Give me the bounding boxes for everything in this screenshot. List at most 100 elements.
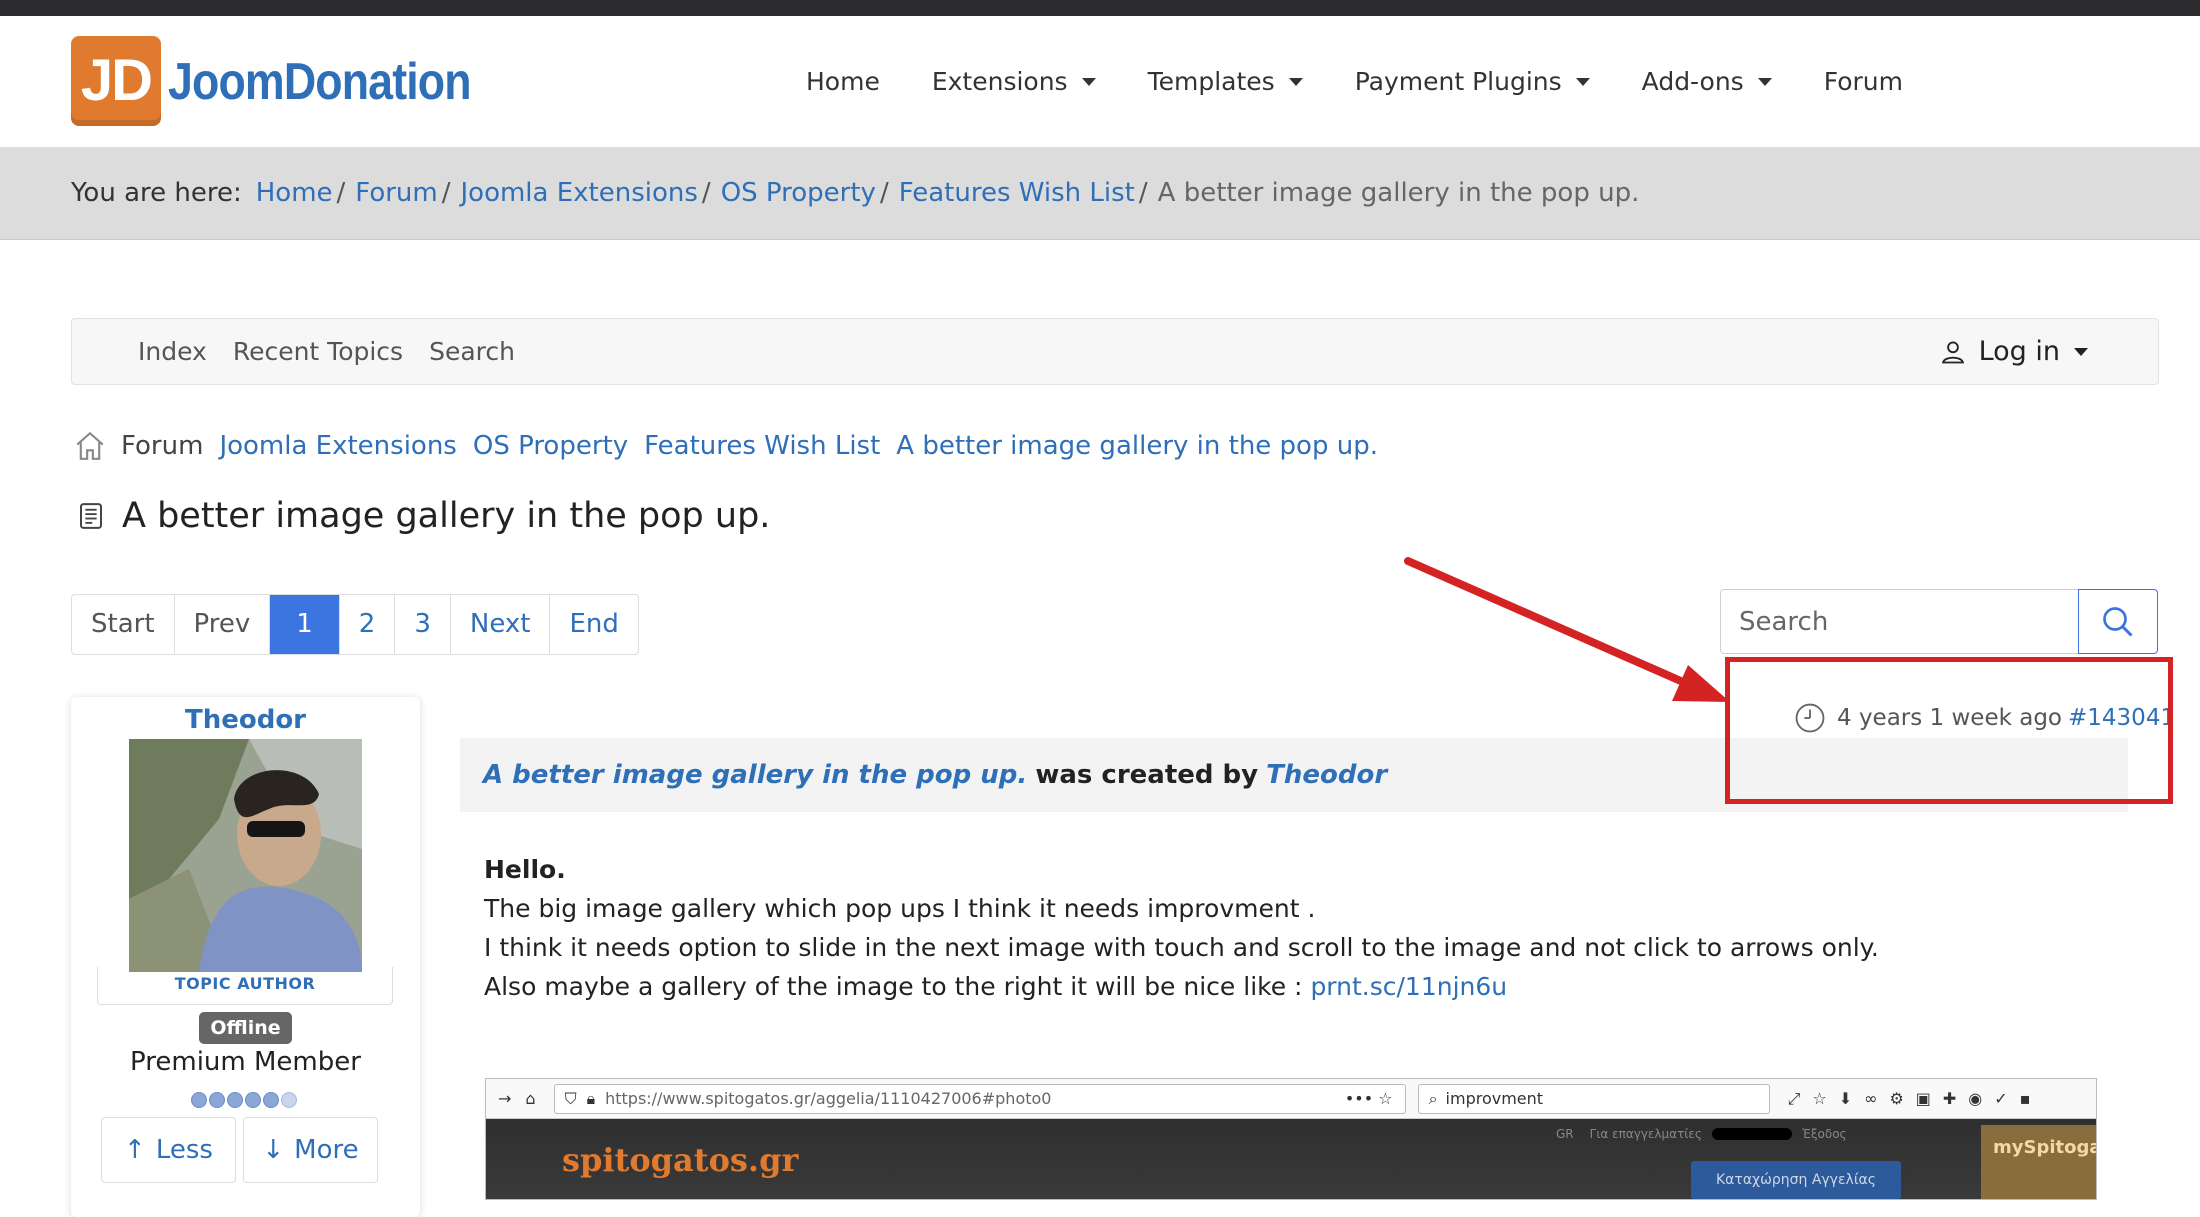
nav-add-ons-label: Add-ons — [1641, 67, 1744, 96]
embedded-pro-link: Για επαγγελματίες — [1589, 1127, 1702, 1141]
login-dropdown[interactable]: Log in — [1939, 319, 2088, 384]
nav-home[interactable]: Home — [806, 67, 880, 96]
author-rank: Premium Member — [130, 1047, 361, 1077]
pagination-end[interactable]: End — [550, 595, 637, 654]
pagination-page-1[interactable]: 1 — [270, 595, 340, 654]
nav-payment-plugins-label: Payment Plugins — [1354, 67, 1562, 96]
embedded-search-value: improvment — [1445, 1089, 1544, 1108]
arrow-up-icon: ↑ — [124, 1135, 146, 1165]
post-link[interactable]: prnt.sc/11njn6u — [1310, 972, 1507, 1001]
pagination: Start Prev 1 2 3 Next End — [71, 594, 639, 655]
nav-add-ons[interactable]: Add-ons — [1642, 67, 1772, 96]
avatar-photo — [129, 739, 362, 972]
breadcrumb-current: A better image gallery in the pop up. — [1157, 178, 1640, 208]
logo-text[interactable]: JoomDonation — [168, 52, 472, 112]
breadcrumb-forum[interactable]: Forum — [355, 178, 437, 208]
forum-breadcrumb-joomla-extensions[interactable]: Joomla Extensions — [219, 431, 456, 461]
embedded-more-icon: ••• ☆ — [1344, 1089, 1393, 1108]
breadcrumb-separator: / — [879, 178, 889, 208]
post-line-with-link: Also maybe a gallery of the image to the… — [484, 967, 1879, 1006]
nav-templates-label: Templates — [1147, 67, 1275, 96]
embedded-url-box: ⛉ 🔒︎ https://www.spitogatos.gr/aggelia/1… — [553, 1083, 1406, 1114]
home-icon[interactable] — [73, 429, 107, 463]
site-breadcrumb: You are here: Home / Forum / Joomla Extens… — [0, 147, 2200, 240]
embedded-redaction — [1711, 1128, 1792, 1140]
topic-title-row: A better image gallery in the pop up. — [76, 496, 770, 536]
nav-templates[interactable]: Templates — [1148, 67, 1303, 96]
breadcrumb-home[interactable]: Home — [256, 178, 333, 208]
nav-extensions[interactable]: Extensions — [932, 67, 1096, 96]
chevron-down-icon — [1288, 77, 1303, 86]
pagination-start[interactable]: Start — [72, 595, 175, 654]
rank-dot — [227, 1092, 243, 1108]
chevron-down-icon — [1081, 77, 1096, 86]
forum-menu-index[interactable]: Index — [138, 337, 207, 366]
breadcrumb-separator: / — [701, 178, 711, 208]
topic-search-button[interactable] — [2078, 589, 2158, 654]
post-line: Hello. — [484, 855, 566, 884]
embedded-shield-icon: ⛉ — [564, 1088, 577, 1108]
breadcrumb-os-property[interactable]: OS Property — [721, 178, 876, 208]
less-label: Less — [155, 1135, 213, 1165]
embedded-cta-button: Καταχώρηση Αγγελίας — [1691, 1161, 1901, 1199]
nav-forum-label: Forum — [1823, 67, 1903, 96]
rank-dots — [191, 1092, 299, 1108]
pagination-next[interactable]: Next — [451, 595, 551, 654]
forum-breadcrumb-root: Forum — [121, 431, 204, 461]
topic-search-input[interactable] — [1720, 589, 2079, 654]
forum-menu-search[interactable]: Search — [429, 337, 515, 366]
author-card: Theodor TOPIC AUTHOR Offline Premium Mem… — [71, 697, 420, 1217]
forum-menu-recent-topics[interactable]: Recent Topics — [233, 337, 403, 366]
rank-dot — [281, 1092, 297, 1108]
embedded-search-box: ⌕ improvment — [1417, 1083, 1770, 1114]
post-subject[interactable]: A better image gallery in the pop up. — [483, 760, 1027, 790]
author-toggle-buttons: ↑ Less ↓ More — [101, 1117, 385, 1183]
forum-breadcrumb-features-wish-list[interactable]: Features Wish List — [644, 431, 880, 461]
embedded-lang: GR — [1556, 1127, 1574, 1141]
embedded-brand: spitogatos.gr — [562, 1141, 799, 1179]
post-line: The big image gallery which pop ups I th… — [484, 894, 1316, 923]
breadcrumb-joomla-extensions[interactable]: Joomla Extensions — [461, 178, 698, 208]
post-author-link[interactable]: Theodor — [1266, 760, 1387, 790]
rank-dot — [209, 1092, 225, 1108]
login-label: Log in — [1978, 336, 2060, 367]
logo-mark[interactable]: JD — [71, 36, 161, 126]
post-body: Hello. The big image gallery which pop u… — [484, 850, 1879, 1006]
pagination-page-3[interactable]: 3 — [395, 595, 451, 654]
topic-document-icon — [80, 503, 102, 529]
annotation-highlight-box — [1725, 657, 2173, 804]
breadcrumb-features-wish-list[interactable]: Features Wish List — [899, 178, 1135, 208]
embedded-browser-toolbar: → ⌂ ⛉ 🔒︎ https://www.spitogatos.gr/aggel… — [486, 1079, 2096, 1119]
breadcrumb-separator: / — [336, 178, 346, 208]
less-button[interactable]: ↑ Less — [101, 1117, 236, 1183]
forum-breadcrumb-os-property[interactable]: OS Property — [473, 431, 628, 461]
embedded-screenshot[interactable]: → ⌂ ⛉ 🔒︎ https://www.spitogatos.gr/aggel… — [485, 1078, 2097, 1200]
nav-forum[interactable]: Forum — [1824, 67, 1903, 96]
chevron-down-icon — [1575, 77, 1590, 86]
embedded-site-header: spitogatos.gr GR Για επαγγελματίες Έξοδο… — [486, 1119, 2096, 1199]
avatar[interactable] — [129, 739, 362, 972]
pagination-page-2[interactable]: 2 — [340, 595, 396, 654]
rank-dot — [191, 1092, 207, 1108]
more-button[interactable]: ↓ More — [243, 1117, 378, 1183]
forum-breadcrumb-topic[interactable]: A better image gallery in the pop up. — [896, 431, 1378, 461]
arrow-down-icon: ↓ — [262, 1135, 285, 1165]
breadcrumb-lead: You are here: — [71, 178, 242, 208]
embedded-top-links: GR Για επαγγελματίες Έξοδος — [1556, 1127, 1847, 1141]
rank-dot — [263, 1092, 279, 1108]
rank-dot — [245, 1092, 261, 1108]
embedded-arrow-icon: → — [498, 1089, 512, 1108]
top-strip — [0, 0, 2200, 16]
breadcrumb-separator: / — [1138, 178, 1148, 208]
pagination-prev[interactable]: Prev — [175, 595, 271, 654]
author-name[interactable]: Theodor — [71, 705, 420, 735]
nav-payment-plugins[interactable]: Payment Plugins — [1355, 67, 1590, 96]
more-label: More — [294, 1135, 359, 1165]
post-line-text: Also maybe a gallery of the image to the… — [484, 972, 1303, 1001]
embedded-logout: Έξοδος — [1801, 1127, 1847, 1141]
breadcrumb-separator: / — [441, 178, 451, 208]
page-title: A better image gallery in the pop up. — [122, 496, 771, 536]
embedded-lock-icon: 🔒︎ — [586, 1088, 596, 1108]
forum-breadcrumb: Forum Joomla Extensions OS Property Feat… — [73, 426, 1394, 466]
embedded-my-button: mySpitoga — [1981, 1125, 2096, 1199]
